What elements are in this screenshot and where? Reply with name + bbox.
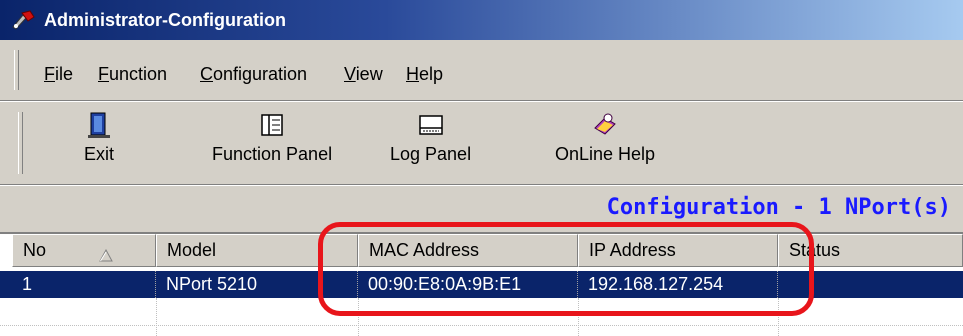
exit-icon — [85, 110, 113, 140]
help-book-icon — [591, 110, 619, 140]
menu-configuration[interactable]: Configuration — [200, 64, 307, 85]
menu-bar: File Function Configuration View Help — [0, 40, 963, 101]
title-bar: Administrator-Configuration — [0, 0, 963, 40]
menubar-grip — [14, 50, 19, 90]
menu-view[interactable]: View — [344, 64, 383, 85]
highlight-annotation — [318, 222, 814, 316]
online-help-button[interactable]: OnLine Help — [555, 110, 655, 165]
column-header-no[interactable]: No — [12, 234, 156, 267]
log-panel-icon — [417, 110, 445, 140]
cell-no: 1 — [12, 271, 156, 298]
function-panel-icon — [258, 110, 286, 140]
configuration-count-label: Configuration - 1 NPort(s) — [606, 195, 951, 220]
toolbar-grip — [18, 112, 23, 174]
function-panel-button[interactable]: Function Panel — [212, 110, 332, 165]
exit-button[interactable]: Exit — [84, 110, 114, 165]
window-title: Administrator-Configuration — [44, 9, 286, 30]
app-icon — [10, 9, 36, 31]
toolbar: Exit Function Panel Log Panel OnLine Hel… — [0, 101, 963, 185]
menu-function[interactable]: Function — [98, 64, 167, 85]
menu-help[interactable]: Help — [406, 64, 443, 85]
sort-ascending-icon — [99, 242, 113, 273]
log-panel-button[interactable]: Log Panel — [390, 110, 471, 165]
column-divider — [156, 298, 157, 336]
menu-file[interactable]: File — [44, 64, 73, 85]
